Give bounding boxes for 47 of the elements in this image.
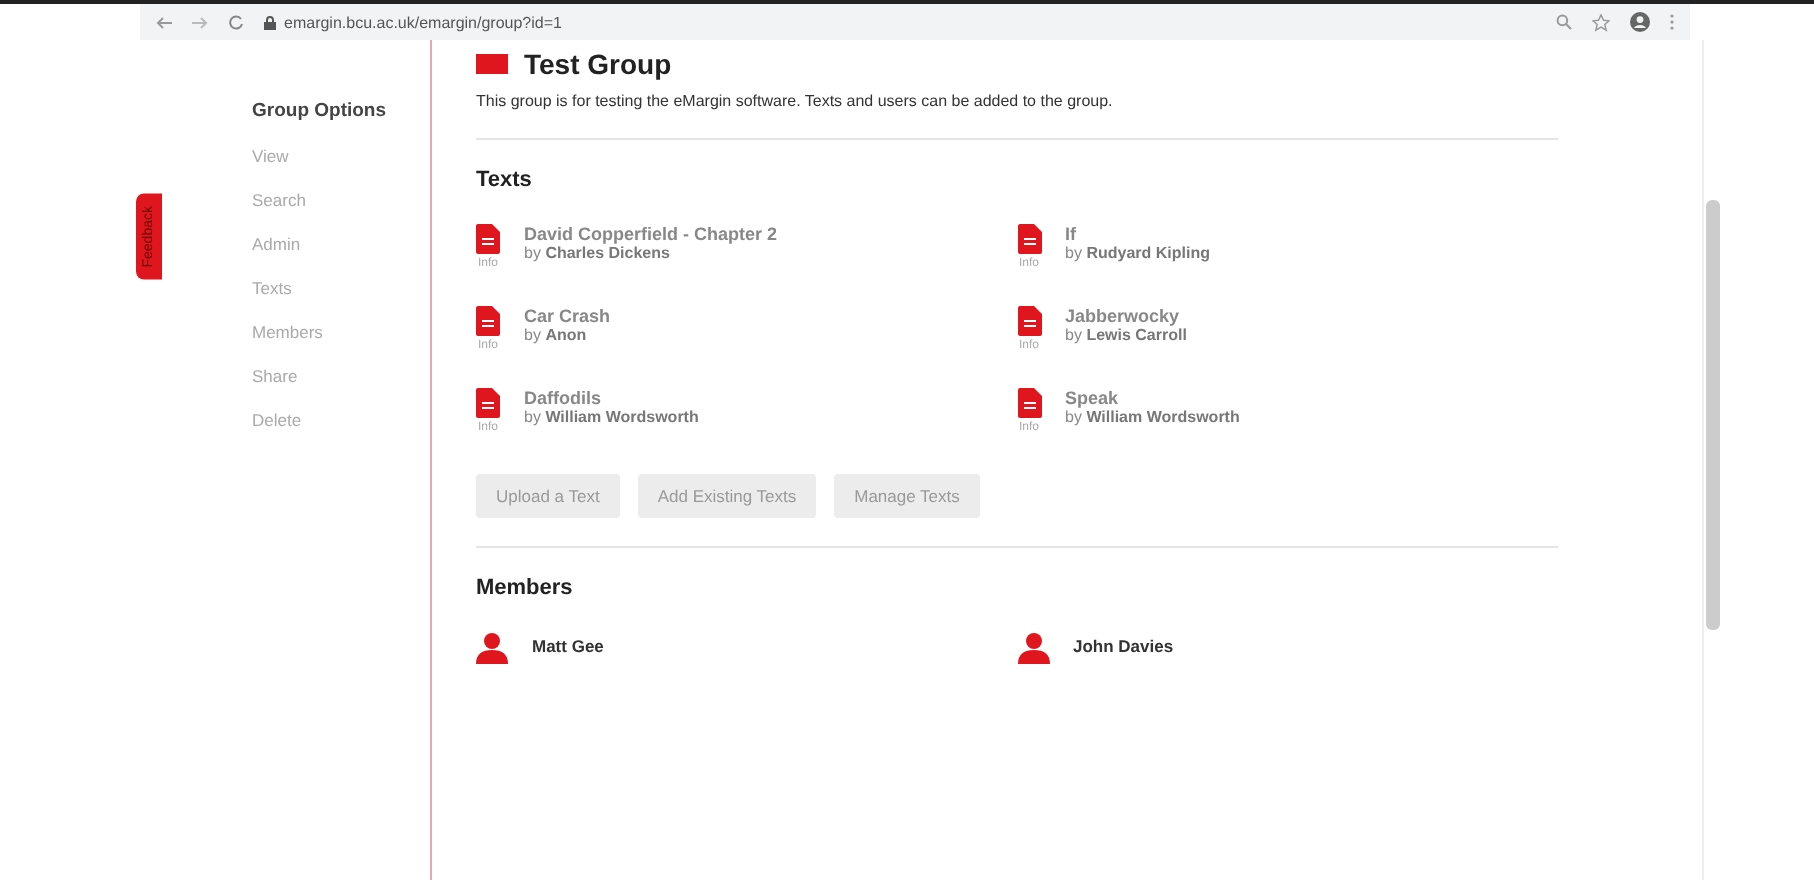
scrollbar-thumb[interactable] [1706, 200, 1720, 630]
account-icon[interactable] [1630, 12, 1650, 32]
sidebar-link[interactable]: Texts [252, 278, 430, 298]
star-icon[interactable] [1592, 13, 1610, 31]
text-author: by Anon [524, 326, 589, 344]
text-title[interactable]: Car Crash [524, 306, 611, 326]
url-text[interactable]: emargin.bcu.ac.uk/emargin/group?id=1 [284, 13, 562, 31]
text-author: by William Wordsworth [524, 408, 699, 426]
lock-icon [264, 15, 276, 29]
text-author: by William Wordsworth [1065, 408, 1240, 426]
sidebar-link[interactable]: View [252, 146, 430, 166]
sidebar-link[interactable]: Admin [252, 234, 430, 254]
sidebar-link[interactable]: Search [252, 190, 430, 210]
section-heading: Texts [476, 168, 534, 192]
document-icon [1017, 306, 1041, 336]
text-title[interactable]: Jabberwocky [1065, 306, 1187, 326]
member-name[interactable]: John Davies [1073, 636, 1174, 656]
document-icon [1017, 388, 1041, 418]
section-heading: Members [476, 576, 575, 600]
sidebar-link[interactable]: Delete [252, 410, 430, 430]
search-icon[interactable] [1556, 14, 1572, 30]
text-title[interactable]: Daffodils [524, 388, 699, 408]
text-title[interactable]: If [1065, 224, 1210, 244]
text-title[interactable]: David Copperfield - Chapter 2 [524, 224, 778, 244]
reload-icon[interactable] [228, 14, 244, 30]
group-description: This group is for testing the eMargin software. Texts and users can be added to the group. [476, 92, 1115, 110]
text-author: by Charles Dickens [524, 244, 672, 262]
sidebar-link[interactable]: Share [252, 366, 430, 386]
forward-arrow-icon[interactable] [192, 15, 208, 29]
document-icon [476, 388, 500, 418]
group-title: Test Group [524, 48, 672, 80]
action-button[interactable]: Manage Texts [834, 474, 980, 518]
sidebar-link[interactable]: Members [252, 322, 430, 342]
person-icon [1017, 632, 1049, 664]
sidebar-title: Group Options [252, 100, 389, 122]
text-author: by Rudyard Kipling [1065, 244, 1210, 262]
group-icon [476, 54, 508, 74]
text-title[interactable]: Speak [1065, 388, 1240, 408]
action-button[interactable]: Upload a Text [476, 474, 620, 518]
document-icon [1017, 224, 1041, 254]
action-button[interactable]: Add Existing Texts [637, 474, 817, 518]
text-author: by Lewis Carroll [1065, 326, 1187, 344]
document-icon [476, 306, 500, 336]
back-arrow-icon[interactable] [156, 15, 172, 29]
member-name[interactable]: Matt Gee [532, 636, 604, 656]
person-icon [476, 632, 508, 664]
document-icon [476, 224, 500, 254]
